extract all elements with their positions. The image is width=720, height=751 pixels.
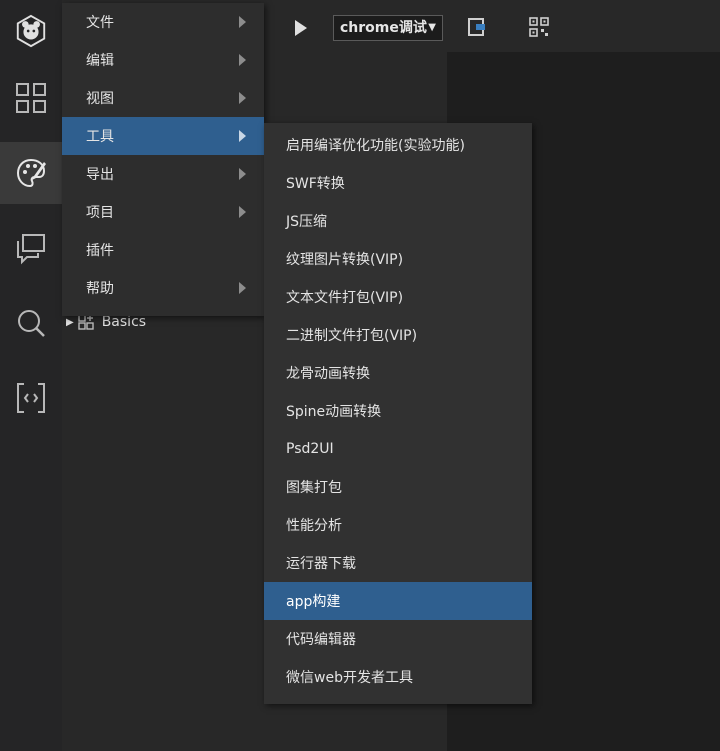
submenu-item-spine-convert[interactable]: Spine动画转换 — [264, 392, 532, 430]
code-icon — [17, 383, 45, 413]
submenu-item-label: 龙骨动画转换 — [286, 366, 370, 382]
submenu-item-dragonbones-convert[interactable]: 龙骨动画转换 — [264, 354, 532, 392]
activity-design-button[interactable] — [0, 142, 62, 204]
submenu-item-label: 二进制文件打包(VIP) — [286, 328, 418, 344]
qrcode-icon[interactable] — [529, 17, 549, 37]
submenu-item-profiler[interactable]: 性能分析 — [264, 506, 532, 544]
submenu-item-label: JS压缩 — [286, 214, 328, 230]
chevron-down-icon: ▼ — [428, 22, 436, 33]
submenu-item-compile-optimize[interactable]: 启用编译优化功能(实验功能) — [264, 126, 532, 164]
submenu-item-label: 图集打包 — [286, 480, 342, 496]
submenu-item-wechat-devtools[interactable]: 微信web开发者工具 — [264, 658, 532, 696]
run-target-select[interactable]: chrome调试 ▼ — [333, 15, 443, 41]
menu-item-label: 文件 — [86, 15, 114, 31]
submenu-item-label: app构建 — [286, 594, 341, 610]
component-icon — [78, 314, 94, 330]
submenu-item-app-build[interactable]: app构建 — [264, 582, 532, 620]
submenu-item-label: 代码编辑器 — [286, 632, 356, 648]
submenu-item-code-editor[interactable]: 代码编辑器 — [264, 620, 532, 658]
activity-code-button[interactable] — [0, 367, 62, 429]
menu-item-export[interactable]: 导出 — [62, 155, 264, 193]
tree-item-label: Basics — [101, 314, 147, 330]
palette-icon — [16, 158, 46, 188]
activity-bar — [0, 0, 62, 751]
expand-arrow-icon[interactable]: ▶ — [66, 317, 74, 328]
submenu-item-label: Psd2UI — [286, 441, 334, 457]
menu-item-label: 视图 — [86, 91, 114, 107]
play-icon[interactable] — [293, 19, 309, 37]
submenu-item-label: 微信web开发者工具 — [286, 670, 413, 686]
submenu-arrow-icon — [239, 206, 246, 218]
submenu-arrow-icon — [239, 16, 246, 28]
submenu-item-texture-convert[interactable]: 纹理图片转换(VIP) — [264, 240, 532, 278]
grid-icon — [16, 83, 46, 113]
tools-submenu: 启用编译优化功能(实验功能) SWF转换 JS压缩 纹理图片转换(VIP) 文本… — [264, 123, 532, 704]
submenu-arrow-icon — [239, 168, 246, 180]
submenu-item-atlas-pack[interactable]: 图集打包 — [264, 468, 532, 506]
activity-grid-button[interactable] — [0, 67, 62, 129]
menu-item-label: 插件 — [86, 243, 114, 259]
export-icon[interactable] — [467, 17, 487, 37]
menu-item-tools[interactable]: 工具 — [62, 117, 264, 155]
submenu-item-js-compress[interactable]: JS压缩 — [264, 202, 532, 240]
chat-icon — [17, 234, 45, 265]
submenu-item-text-pack[interactable]: 文本文件打包(VIP) — [264, 278, 532, 316]
submenu-item-binary-pack[interactable]: 二进制文件打包(VIP) — [264, 316, 532, 354]
submenu-arrow-icon — [239, 92, 246, 104]
main-menu: 文件 编辑 视图 工具 导出 项目 插件 帮助 — [62, 3, 264, 316]
menu-item-label: 导出 — [86, 167, 114, 183]
submenu-item-label: 文本文件打包(VIP) — [286, 290, 404, 306]
menu-item-plugins[interactable]: 插件 — [62, 231, 264, 269]
submenu-item-label: SWF转换 — [286, 176, 345, 192]
submenu-item-runner-download[interactable]: 运行器下载 — [264, 544, 532, 582]
submenu-item-label: Spine动画转换 — [286, 404, 382, 420]
submenu-item-swf-convert[interactable]: SWF转换 — [264, 164, 532, 202]
submenu-arrow-icon — [239, 282, 246, 294]
menu-item-help[interactable]: 帮助 — [62, 269, 264, 307]
activity-chat-button[interactable] — [0, 217, 62, 279]
submenu-arrow-icon — [239, 130, 246, 142]
search-icon — [18, 310, 45, 337]
menu-item-label: 帮助 — [86, 281, 114, 297]
menu-item-label: 编辑 — [86, 53, 114, 69]
menu-item-file[interactable]: 文件 — [62, 3, 264, 41]
menu-item-project[interactable]: 项目 — [62, 193, 264, 231]
submenu-item-label: 运行器下载 — [286, 556, 356, 572]
menu-item-edit[interactable]: 编辑 — [62, 41, 264, 79]
menu-item-view[interactable]: 视图 — [62, 79, 264, 117]
app-logo-button[interactable] — [0, 0, 62, 62]
run-target-value: chrome调试 — [340, 20, 427, 36]
submenu-arrow-icon — [239, 54, 246, 66]
activity-search-button[interactable] — [0, 292, 62, 354]
submenu-item-label: 纹理图片转换(VIP) — [286, 252, 404, 268]
submenu-item-label: 启用编译优化功能(实验功能) — [286, 138, 465, 154]
submenu-item-label: 性能分析 — [286, 518, 342, 534]
submenu-item-psd2ui[interactable]: Psd2UI — [264, 430, 532, 468]
menu-item-label: 项目 — [86, 205, 114, 221]
menu-item-label: 工具 — [86, 129, 114, 145]
logo-icon — [16, 14, 46, 48]
